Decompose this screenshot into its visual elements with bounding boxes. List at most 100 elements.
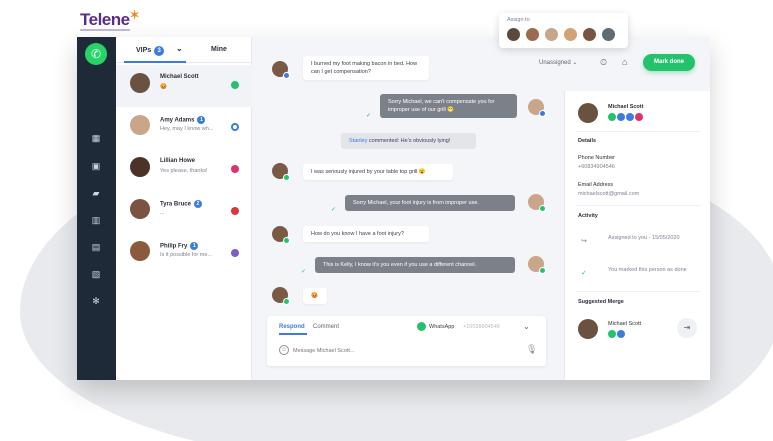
contact-avatar	[578, 103, 598, 123]
whatsapp-logo-icon[interactable]: ✆	[85, 43, 107, 65]
agent-avatar	[528, 194, 546, 212]
assign-arrow-icon: ↪	[581, 238, 587, 245]
tab-vips-label: VIPs	[136, 47, 152, 54]
channel-selector[interactable]: WhatsApp	[429, 324, 454, 330]
message-preview: Is it possible for me...	[160, 252, 212, 258]
contact-name: Lillian Howe	[160, 158, 196, 164]
message-preview: ...	[160, 210, 165, 216]
grid-icon[interactable]: ▥	[90, 215, 102, 225]
assign-popover: Assign to	[499, 13, 628, 48]
brand-logo: Telene✶	[80, 8, 140, 30]
chevron-down-icon[interactable]: ⌄	[523, 322, 530, 331]
channel-badge-icon	[283, 174, 290, 181]
contacts-icon[interactable]: ▣	[90, 161, 102, 171]
channel-badge-icon	[283, 298, 290, 305]
archive-icon[interactable]: ⌂	[622, 57, 627, 67]
reports-icon[interactable]: ▧	[90, 269, 102, 279]
list-item[interactable]: Tyra Bruce 2 ...	[116, 191, 252, 233]
agent-avatar	[528, 256, 546, 274]
chevron-down-icon[interactable]: ⌄	[176, 44, 183, 53]
vips-count-badge: 3	[154, 46, 165, 56]
incoming-message: I burned my foot making bacon in bed. Ho…	[303, 56, 429, 80]
merge-contact-name: Michael Scott	[608, 321, 642, 327]
contact-name-text: Tyra Bruce	[160, 201, 191, 208]
avatar	[130, 157, 150, 177]
snooze-clock-icon[interactable]: ⏲	[600, 57, 607, 68]
brand-star-icon: ✶	[129, 8, 140, 22]
telegram-channel-icon	[626, 113, 634, 121]
tab-mine[interactable]: Mine	[211, 46, 227, 53]
list-item[interactable]: Amy Adams 1 Hey, may I know wh...	[116, 107, 252, 149]
nav-rail: ✆ ▦ ▣ ▰ ▥ ▤ ▧ ✻	[77, 37, 116, 380]
assignee-avatar[interactable]	[582, 27, 597, 42]
outgoing-message: This is Kelly, I know it's you even if y…	[315, 257, 515, 273]
channel-badge-icon	[539, 205, 546, 212]
incoming-message: 😡	[303, 288, 327, 304]
assignee-avatar[interactable]	[506, 27, 521, 42]
merge-button[interactable]: ⇥	[677, 318, 697, 338]
messages-icon[interactable]: ▰	[90, 188, 102, 198]
messenger-channel-icon	[617, 330, 625, 338]
brand-tagline-line	[80, 29, 130, 31]
assignment-status[interactable]: Unassigned ⌄	[539, 59, 577, 66]
unread-badge: 1	[190, 242, 199, 250]
outgoing-message: Sorry Michael, we can't compensate you f…	[380, 94, 517, 118]
unread-badge: 1	[197, 116, 206, 124]
list-item[interactable]: Lillian Howe Yes please, thanks!	[116, 149, 252, 191]
avatar	[130, 199, 150, 219]
contact-panel: Michael Scott Details Phone Number +6083…	[564, 91, 710, 380]
contact-name: Michael Scott	[160, 74, 199, 80]
channel-badge-icon	[283, 72, 290, 79]
delivered-check-icon: ✓	[331, 207, 337, 213]
whatsapp-icon	[417, 322, 426, 331]
note-text: commented: He's obviously lying!	[368, 138, 451, 144]
assignee-avatar[interactable]	[563, 27, 578, 42]
agent-avatar	[528, 99, 546, 117]
activity-done: You marked this person as done	[608, 267, 687, 273]
message-preview: Yes please, thanks!	[160, 168, 208, 174]
divider	[575, 205, 701, 206]
assignee-avatar[interactable]	[525, 27, 540, 42]
contact-name-text: Amy Adams	[160, 117, 195, 124]
channel-badge-icon	[539, 267, 546, 274]
list-item[interactable]: Philip Fry 1 Is it possible for me...	[116, 233, 252, 275]
internal-note: Stanley commented: He's obviously lying!	[341, 133, 476, 149]
marketing-stage: Telene✶ ✆ ▦ ▣ ▰ ▥ ▤ ▧ ✻ VIPs 3 ⌄ Mine Mic…	[0, 0, 773, 441]
mark-done-button[interactable]: Mark done	[643, 54, 695, 71]
outgoing-message: Sorry Michael, your foot injury is from …	[345, 195, 515, 211]
messenger-channel-icon	[231, 123, 239, 131]
assignee-avatar[interactable]	[601, 27, 616, 42]
microphone-icon[interactable]: 🎙	[526, 344, 537, 355]
assignee-avatar[interactable]	[544, 27, 559, 42]
tab-vips[interactable]: VIPs 3	[136, 46, 165, 56]
active-tab-indicator	[279, 333, 307, 335]
conversation-list: VIPs 3 ⌄ Mine Michael Scott 😡 Amy Adams 1 …	[116, 37, 252, 380]
contact-name-text: Philip Fry	[160, 243, 188, 250]
tab-comment[interactable]: Comment	[313, 324, 339, 330]
list-item[interactable]: Michael Scott 😡	[116, 65, 252, 107]
activity-heading: Activity	[578, 213, 598, 219]
contact-name: Philip Fry 1	[160, 242, 199, 250]
assignment-status-label: Unassigned	[539, 60, 571, 66]
tab-respond[interactable]: Respond	[279, 324, 305, 330]
done-check-icon: ✓	[581, 270, 587, 277]
channel-badge-icon	[539, 110, 546, 117]
channel-badge-icon	[283, 237, 290, 244]
divider	[575, 131, 701, 132]
settings-gear-icon[interactable]: ✻	[90, 296, 102, 306]
customer-avatar	[272, 163, 290, 181]
assign-label: Assign to	[507, 17, 530, 23]
emoji-icon[interactable]: ☺	[279, 345, 289, 355]
email-value: michaelscott@gmail.com	[578, 191, 640, 197]
contact-name: Amy Adams 1	[160, 116, 206, 124]
dashboard-icon[interactable]: ▦	[90, 133, 102, 143]
unread-badge: 2	[193, 200, 202, 208]
list-tabs: VIPs 3 ⌄ Mine	[116, 37, 251, 63]
activity-assigned: Assigned to you - 15/05/2020	[608, 235, 680, 241]
calendar-icon[interactable]: ▤	[90, 242, 102, 252]
customer-avatar	[272, 287, 290, 305]
message-input[interactable]	[293, 346, 513, 356]
email-label: Email Address	[578, 182, 614, 188]
incoming-message: I was seriously injured by your table to…	[303, 164, 453, 180]
avatar	[130, 241, 150, 261]
